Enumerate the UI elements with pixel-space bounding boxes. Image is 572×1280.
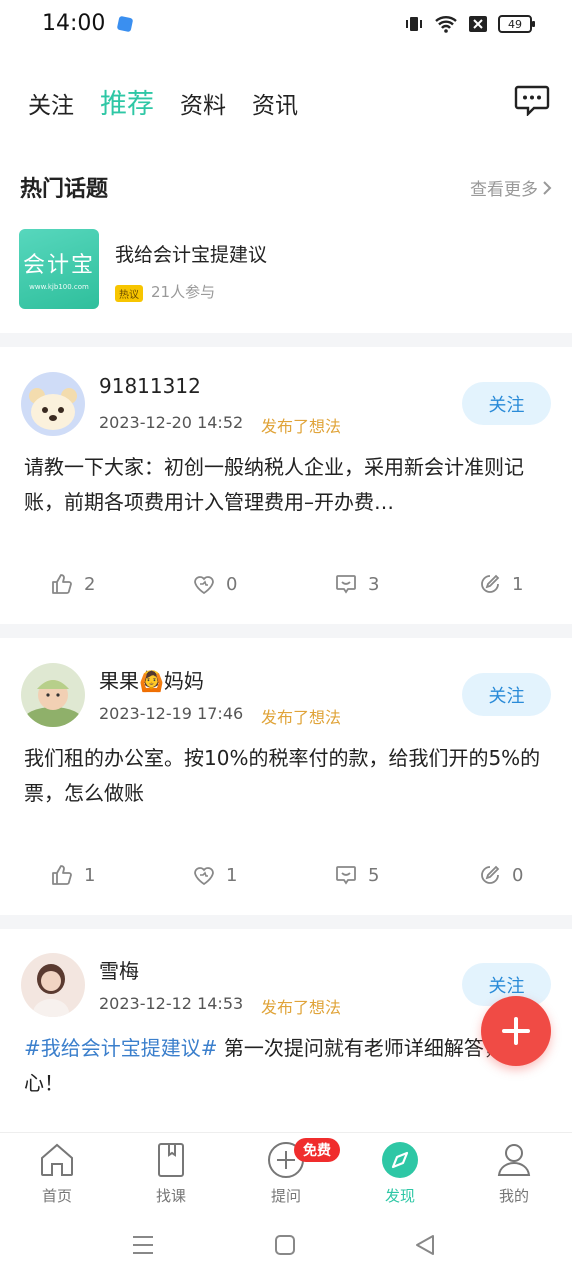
favorite-stat[interactable]: 1 bbox=[192, 863, 237, 887]
edit-icon bbox=[481, 865, 500, 884]
hot-topics-title: 热门话题 bbox=[20, 177, 109, 202]
status-time: 14:00 bbox=[42, 11, 106, 36]
back-icon[interactable] bbox=[414, 1234, 436, 1256]
avatar[interactable] bbox=[21, 372, 85, 436]
topic-participants: 21人参与 bbox=[151, 283, 216, 301]
post-card[interactable]: 91811312 2023-12-20 14:52 发布了想法 关注 请教一下大… bbox=[0, 372, 572, 624]
section-divider bbox=[0, 333, 572, 347]
nav-label: 找课 bbox=[155, 1187, 186, 1205]
message-icon[interactable] bbox=[514, 84, 550, 116]
section-divider bbox=[0, 624, 572, 638]
nav-label: 首页 bbox=[41, 1187, 72, 1205]
like-stat[interactable]: 1 bbox=[50, 863, 95, 887]
add-post-button[interactable] bbox=[481, 996, 551, 1066]
comment-count: 5 bbox=[368, 864, 380, 886]
post-action: 发布了想法 bbox=[261, 708, 342, 727]
share-count: 0 bbox=[512, 864, 524, 886]
edit-icon bbox=[481, 574, 500, 593]
avatar[interactable] bbox=[21, 663, 85, 727]
free-badge: 免费 bbox=[294, 1138, 340, 1162]
post-stats: 2 0 3 1 bbox=[0, 572, 572, 602]
see-more-label: 查看更多 bbox=[470, 180, 538, 200]
follow-button[interactable]: 关注 bbox=[462, 673, 551, 716]
post-stats: 1 1 5 0 bbox=[0, 863, 572, 893]
share-stat[interactable]: 0 bbox=[478, 863, 523, 887]
avatar-bear-image bbox=[21, 372, 85, 436]
tab-news[interactable]: 资讯 bbox=[252, 86, 298, 120]
post-text[interactable]: 我们租的办公室。按10%的税率付的款，给我们开的5%的票，怎么做账 bbox=[24, 741, 554, 811]
favorite-count: 0 bbox=[226, 573, 238, 595]
tab-recommend[interactable]: 推荐 bbox=[100, 82, 154, 121]
comment-stat[interactable]: 5 bbox=[334, 863, 379, 887]
share-count: 1 bbox=[512, 573, 524, 595]
topic-name[interactable]: 我给会计宝提建议 bbox=[115, 240, 267, 267]
book-icon bbox=[158, 1143, 184, 1177]
post-action: 发布了想法 bbox=[261, 417, 342, 436]
hot-badge: 热议 bbox=[115, 285, 143, 302]
like-count: 1 bbox=[84, 864, 96, 886]
post-hashtag[interactable]: #我给会计宝提建议# bbox=[24, 1036, 218, 1060]
post-action: 发布了想法 bbox=[261, 998, 342, 1017]
compass-icon bbox=[382, 1142, 418, 1178]
nav-label: 我的 bbox=[498, 1187, 529, 1205]
home-square-icon[interactable] bbox=[274, 1234, 296, 1256]
chevron-right-icon bbox=[543, 180, 552, 195]
heart-icon bbox=[194, 576, 214, 595]
favorite-count: 1 bbox=[226, 864, 238, 886]
post-time: 2023-12-19 17:46 bbox=[99, 704, 244, 723]
no-sim-icon bbox=[469, 16, 487, 32]
vibrate-icon bbox=[406, 17, 422, 31]
avatar-girl-image bbox=[21, 953, 85, 1017]
comment-icon bbox=[336, 866, 356, 885]
like-count: 2 bbox=[84, 573, 96, 595]
see-more-link[interactable]: 查看更多 bbox=[470, 175, 552, 200]
section-divider bbox=[0, 915, 572, 929]
home-icon bbox=[41, 1143, 73, 1176]
plus-icon bbox=[502, 1017, 530, 1045]
post-author[interactable]: 91811312 bbox=[99, 374, 201, 398]
tab-follow[interactable]: 关注 bbox=[28, 86, 74, 120]
menu-icon[interactable] bbox=[132, 1234, 154, 1256]
post-author[interactable]: 雪梅 bbox=[99, 955, 139, 984]
share-stat[interactable]: 1 bbox=[478, 572, 523, 596]
post-card[interactable]: 果果🙆妈妈 2023-12-19 17:46 发布了想法 关注 我们租的办公室。… bbox=[0, 663, 572, 915]
system-nav-bar bbox=[0, 1216, 572, 1280]
comment-icon bbox=[336, 575, 356, 594]
post-text[interactable]: #我给会计宝提建议# 第一次提问就有老师详细解答，好开心！ bbox=[24, 1031, 554, 1101]
nav-discover[interactable]: 发现 bbox=[360, 1141, 440, 1206]
avatar-baby-image bbox=[21, 663, 85, 727]
wifi-icon bbox=[435, 16, 457, 33]
comment-count: 3 bbox=[368, 573, 380, 595]
post-author[interactable]: 果果🙆妈妈 bbox=[99, 665, 204, 694]
topic-thumb-url: www.kjb100.com bbox=[29, 283, 89, 291]
post-time: 2023-12-12 14:53 bbox=[99, 994, 244, 1013]
status-bar: 14:00 49 bbox=[0, 0, 572, 52]
topic-thumbnail[interactable]: 会计宝 www.kjb100.com bbox=[19, 229, 99, 309]
nav-label: 提问 bbox=[270, 1187, 301, 1205]
user-icon bbox=[497, 1144, 531, 1176]
heart-icon bbox=[194, 867, 214, 886]
battery-indicator: 49 bbox=[498, 15, 535, 33]
post-time: 2023-12-20 14:52 bbox=[99, 413, 244, 432]
app-notification-icon bbox=[116, 15, 134, 33]
thumbs-up-icon bbox=[52, 574, 72, 594]
like-stat[interactable]: 2 bbox=[50, 572, 95, 596]
nav-profile[interactable]: 我的 bbox=[474, 1141, 554, 1206]
thumbs-up-icon bbox=[52, 865, 72, 885]
post-text[interactable]: 请教一下大家：初创一般纳税人企业，采用新会计准则记账，前期各项费用计入管理费用–… bbox=[24, 450, 554, 520]
top-tabs: 关注 推荐 资料 资讯 bbox=[28, 82, 298, 121]
bottom-nav: 首页 找课 提问 发现 我的 bbox=[0, 1132, 572, 1216]
status-icons: 49 bbox=[404, 14, 535, 34]
tab-materials[interactable]: 资料 bbox=[180, 86, 226, 120]
nav-label: 发现 bbox=[384, 1187, 415, 1205]
topic-thumb-logo: 会计宝 bbox=[22, 253, 95, 278]
nav-courses[interactable]: 找课 bbox=[131, 1141, 211, 1206]
favorite-stat[interactable]: 0 bbox=[192, 572, 237, 596]
comment-stat[interactable]: 3 bbox=[334, 572, 379, 596]
follow-button[interactable]: 关注 bbox=[462, 382, 551, 425]
nav-home[interactable]: 首页 bbox=[17, 1141, 97, 1206]
avatar[interactable] bbox=[21, 953, 85, 1017]
